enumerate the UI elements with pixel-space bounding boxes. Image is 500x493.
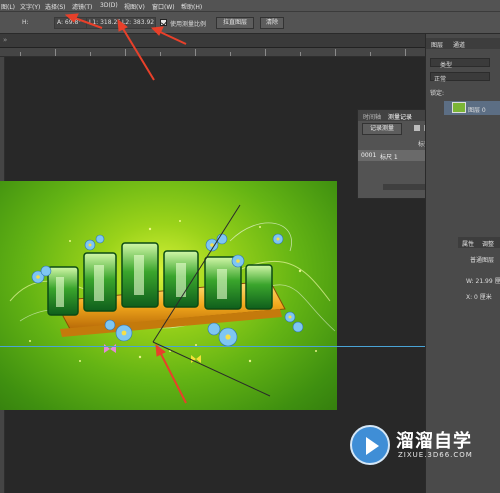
row-label: 标尺 1 xyxy=(380,154,398,161)
arrow-to-l1 xyxy=(121,26,155,81)
layer-thumbnail xyxy=(452,102,466,113)
watermark-url: ZIXUE.3D66.COM xyxy=(398,451,473,459)
tab-channels[interactable]: 通道 xyxy=(453,40,465,49)
tab-properties[interactable]: 属性 xyxy=(462,239,474,248)
arrow-to-angle xyxy=(71,16,103,29)
measure-line-1 xyxy=(152,341,271,397)
arrow-head xyxy=(117,18,128,32)
watermark-title: 溜溜自学 xyxy=(396,431,472,452)
layer-kind-label: 类型 xyxy=(440,62,453,69)
arrow-head xyxy=(64,13,79,23)
properties-doc-label: 普通图层 xyxy=(470,257,495,264)
layers-tabs: 图层 通道 xyxy=(426,38,500,49)
select-all-icon[interactable] xyxy=(414,125,420,131)
tab-timeline[interactable]: 时间轴 xyxy=(363,112,381,121)
play-logo-icon xyxy=(350,425,390,465)
tab-adjustments[interactable]: 调整 xyxy=(482,239,494,248)
x-readout: X: 0 厘米 xyxy=(466,294,492,301)
layer-name: 图层 0 xyxy=(468,107,486,114)
record-measurements-button[interactable]: 记录测量 xyxy=(362,123,402,135)
watermark: 溜溜自学 ZIXUE.3D66.COM xyxy=(350,425,475,475)
tab-measurement-log[interactable]: 测量记录 xyxy=(388,112,412,121)
row-id: 0001 xyxy=(361,152,377,159)
tab-layers[interactable]: 图层 xyxy=(431,40,443,49)
arrow-to-l2 xyxy=(157,30,187,45)
measure-line-2 xyxy=(152,204,241,343)
arrow-to-ruler-point xyxy=(159,351,187,404)
width-readout: W: 21.99 厘米 xyxy=(466,278,500,285)
blend-mode-value: 正常 xyxy=(434,76,447,83)
lock-label: 锁定: xyxy=(430,90,445,97)
properties-tabs: 属性 调整 xyxy=(458,237,500,248)
arrow-head xyxy=(150,26,164,36)
layer-kind-filter[interactable] xyxy=(430,58,490,67)
